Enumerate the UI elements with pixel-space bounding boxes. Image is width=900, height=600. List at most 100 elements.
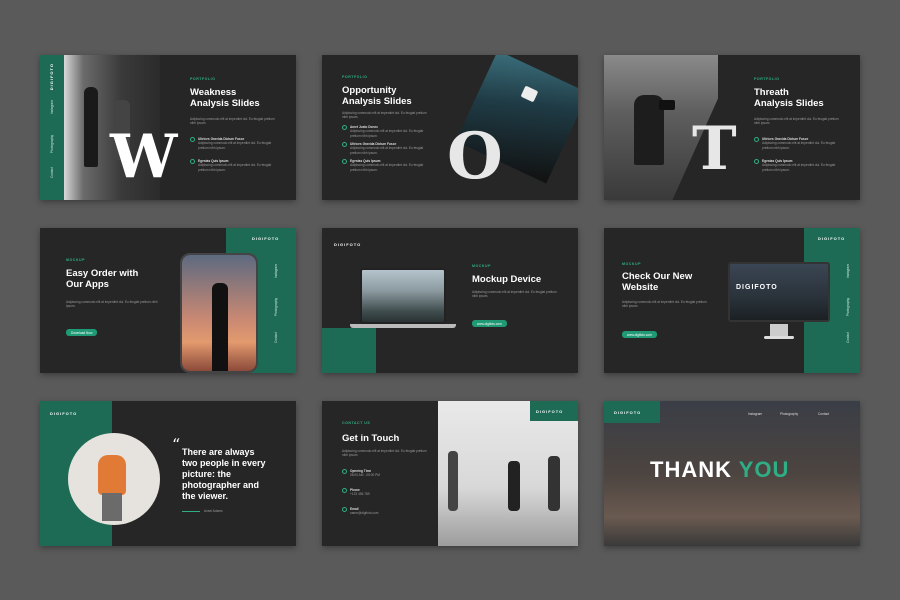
clock-icon: [342, 469, 347, 474]
quote-line-5: the viewer.: [182, 491, 229, 501]
person-silhouette: [212, 283, 228, 371]
big-letter: O: [447, 119, 503, 194]
slide-weakness[interactable]: DIGIFOTO Instagram Photography Contact W…: [40, 55, 296, 200]
bullet-text: Adipiscing commodo elit at imperdiet dui…: [762, 141, 836, 150]
nav-instagram[interactable]: Instagram: [748, 412, 762, 416]
monitor-screen: DIGIFOTO: [728, 262, 830, 322]
bullet-text: Adipiscing commodo elit at imperdiet dui…: [198, 141, 272, 150]
quote-line-1: There are always: [182, 447, 255, 457]
nav-3: Contact: [846, 332, 850, 343]
photo-studio-white: [438, 401, 578, 546]
slide-device[interactable]: DIGIFOTO MOCKUP Mockup Device Adipiscing…: [322, 228, 578, 373]
title: Get in Touch: [342, 433, 400, 444]
slide-contact[interactable]: CONTACT US Get in Touch Adipiscing commo…: [322, 401, 578, 546]
brand: DIGIFOTO: [614, 410, 642, 415]
laptop-base: [350, 324, 456, 328]
slide-thank-you[interactable]: DIGIFOTO Instagram Photography Contact T…: [604, 401, 860, 546]
check-icon: [342, 142, 347, 147]
slide-apps[interactable]: DIGIFOTO Instagram Photography Contact M…: [40, 228, 296, 373]
slide-threat[interactable]: T PORTFOLIO Threath Analysis Slides Adip…: [604, 55, 860, 200]
email-value[interactable]: name@digifoto.com: [350, 511, 378, 515]
nav-3: Contact: [50, 167, 54, 178]
check-icon: [342, 159, 347, 164]
big-letter: T: [692, 114, 737, 184]
phone-icon: [342, 488, 347, 493]
brand: DIGIFOTO: [536, 409, 564, 414]
thank-you-heading: THANK YOU: [650, 457, 789, 483]
author-divider: [182, 511, 200, 512]
contact-email: Email name@digifoto.com: [342, 507, 378, 516]
camera-icon: [659, 100, 675, 110]
brand: DIGIFOTO: [252, 236, 280, 241]
quote-line-2: two people in every: [182, 458, 266, 468]
slide-opportunity[interactable]: PORTFOLIO Opportunity Analysis Slides Ad…: [322, 55, 578, 200]
nav-2: Photography: [274, 298, 278, 317]
slide-website[interactable]: DIGIFOTO Instagram Photography Contact M…: [604, 228, 860, 373]
bullet-text: Adipiscing commodo elit at imperdiet dui…: [762, 163, 836, 172]
studio-light: [520, 85, 539, 103]
slide-label: PORTFOLIO: [754, 77, 780, 81]
nav-photography[interactable]: Photography: [780, 412, 798, 416]
slide-label: MOCKUP: [472, 264, 491, 268]
check-icon: [754, 159, 759, 164]
body-text: Adipiscing commodo elit at imperdiet dui…: [472, 290, 557, 299]
model-silhouette: [548, 456, 560, 511]
title-line-2: Analysis Slides: [190, 98, 260, 109]
side-bar: DIGIFOTO Instagram Photography Contact: [40, 55, 64, 200]
slide-quote[interactable]: DIGIFOTO “ There are always two people i…: [40, 401, 296, 546]
title-line-1: Weakness: [190, 87, 237, 98]
nav-1: Instagram: [846, 264, 850, 279]
brand: DIGIFOTO: [818, 236, 846, 241]
bullet-2: Egestas Quis Ipsum Adipiscing commodo el…: [190, 159, 278, 172]
quote-line-3: picture: the: [182, 469, 232, 479]
slide-label: MOCKUP: [622, 262, 641, 266]
website-photo: [730, 264, 828, 320]
brand-tag: DIGIFOTO: [530, 401, 578, 421]
big-letter: W: [110, 122, 178, 192]
slide-label: PORTFOLIO: [190, 77, 216, 81]
opening-value: 08:00 AM - 05:00 PM: [350, 473, 380, 478]
bullet-1: Ultrices Gravida Dictum Fusce Adipiscing…: [190, 137, 278, 150]
nav-2: Photography: [846, 298, 850, 317]
screen-brand: DIGIFOTO: [736, 284, 778, 291]
title-line-2: Analysis Slides: [342, 96, 412, 107]
title-line-1: Opportunity: [342, 85, 397, 96]
slide-label: PORTFOLIO: [342, 75, 368, 79]
bullet-1: Amet Justo Donec Adipiscing commodo elit…: [342, 125, 425, 138]
quote-mark: “: [172, 435, 181, 454]
landscape-photo: [362, 270, 444, 322]
nav-contact[interactable]: Contact: [818, 412, 829, 416]
website-button[interactable]: www.digifoto.com: [622, 331, 657, 338]
bullet-text: Adipiscing commodo elit at imperdiet dui…: [198, 163, 272, 172]
phone-value: +123 456 789: [350, 492, 370, 497]
laptop-screen: [360, 268, 446, 324]
body-text: Adipiscing commodo elit at imperdiet dui…: [66, 300, 158, 309]
you-word: YOU: [738, 457, 790, 482]
bullet-text: Adipiscing commodo elit at imperdiet dui…: [350, 163, 424, 172]
title-line-1: Easy Order with: [66, 268, 139, 279]
bullet-3: Egestas Quis Ipsum Adipiscing commodo el…: [342, 159, 425, 172]
nav-3: Contact: [274, 332, 278, 343]
assistant-silhouette: [448, 451, 458, 511]
photographer-silhouette: [508, 461, 520, 511]
check-icon: [342, 125, 347, 130]
monitor-foot: [764, 336, 794, 339]
check-icon: [754, 137, 759, 142]
website-button[interactable]: www.digifoto.com: [472, 320, 507, 327]
bullet-text: Adipiscing commodo elit at imperdiet dui…: [350, 129, 424, 138]
download-button[interactable]: Download Now: [66, 329, 98, 336]
title-line-2: Website: [622, 282, 659, 293]
quote-line-4: photographer and: [182, 480, 259, 490]
monitor-stand: [770, 324, 788, 336]
bullet-2: Ultrices Gravida Dictum Fusce Adipiscing…: [342, 142, 425, 155]
mail-icon: [342, 507, 347, 512]
nav-2: Photography: [50, 135, 54, 154]
body-text: Adipiscing commodo elit at imperdiet dui…: [622, 300, 707, 309]
person-silhouette: [84, 87, 98, 167]
person-orange-jacket: [98, 455, 126, 495]
slide-label: MOCKUP: [66, 258, 85, 262]
title-line-1: Threath: [754, 87, 789, 98]
nav-1: Instagram: [50, 100, 54, 115]
brand: DIGIFOTO: [334, 242, 362, 247]
nav-1: Instagram: [274, 264, 278, 279]
